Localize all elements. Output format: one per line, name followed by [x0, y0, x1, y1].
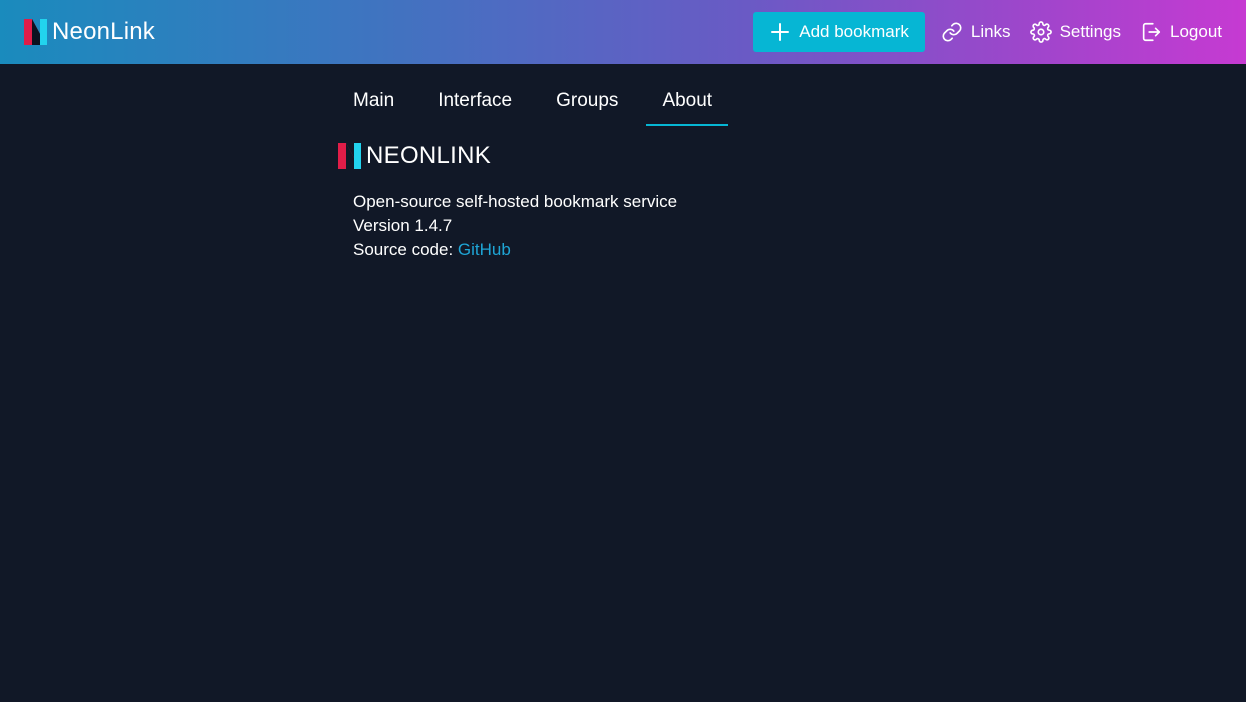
tab-main[interactable]: Main — [337, 84, 410, 126]
tab-interface[interactable]: Interface — [422, 84, 528, 126]
add-bookmark-button[interactable]: Add bookmark — [753, 12, 925, 52]
tab-about[interactable]: About — [646, 84, 729, 126]
github-link[interactable]: GitHub — [458, 240, 511, 259]
gear-icon — [1029, 21, 1052, 43]
brand[interactable]: NeonLink — [24, 18, 155, 46]
about-logo-text: NEONLINK — [366, 142, 492, 169]
plus-icon — [771, 23, 790, 41]
add-bookmark-label: Add bookmark — [799, 22, 909, 41]
header-nav: Add bookmark Links Settings Logout — [753, 12, 1246, 52]
about-logo: NEONLINK — [338, 142, 491, 170]
about-source: Source code: GitHub — [353, 238, 677, 262]
logout-icon — [1142, 22, 1161, 42]
about-version: Version 1.4.7 — [353, 216, 453, 235]
nav-links-label: Links — [970, 22, 1011, 41]
neonlink-logo-icon — [338, 143, 361, 169]
neonlink-logo-icon — [24, 19, 47, 45]
tab-groups[interactable]: Groups — [540, 84, 634, 126]
link-icon — [942, 22, 962, 42]
about-info: Open-source self-hosted bookmark service… — [353, 190, 677, 262]
about-description: Open-source self-hosted bookmark service — [353, 192, 678, 211]
nav-settings[interactable]: Settings — [1029, 12, 1121, 52]
brand-name: NeonLink — [52, 18, 156, 45]
nav-logout-label: Logout — [1170, 22, 1222, 41]
nav-links[interactable]: Links — [941, 12, 1011, 52]
source-code-label: Source code: — [353, 240, 454, 259]
settings-tabs: Main Interface Groups About — [337, 84, 740, 126]
top-navbar: NeonLink Add bookmark Links Settings Log… — [0, 0, 1246, 64]
nav-settings-label: Settings — [1059, 22, 1121, 41]
nav-logout[interactable]: Logout — [1140, 12, 1222, 52]
